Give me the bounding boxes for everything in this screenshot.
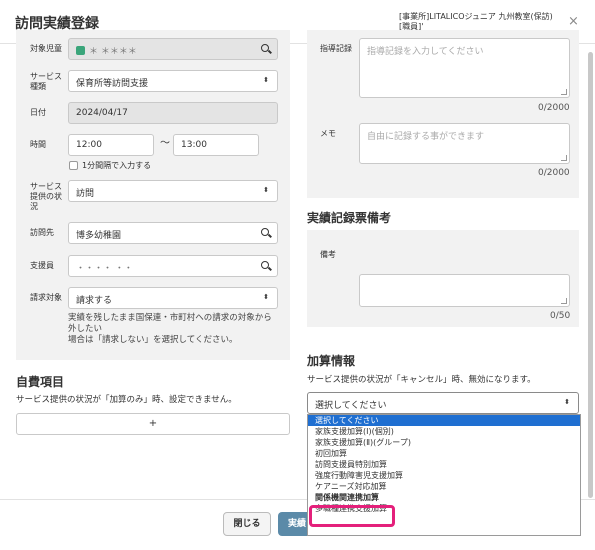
service-type-label-l2: 種類 bbox=[30, 82, 46, 91]
option-family-support-individual[interactable]: 家族支援加算(Ⅰ)(個別) bbox=[308, 426, 580, 437]
remarks-textarea[interactable] bbox=[359, 274, 570, 307]
select-arrow-icon: ⬍ bbox=[263, 293, 269, 301]
option-care-needs[interactable]: ケアニーズ対応加算 bbox=[308, 481, 580, 492]
billing-note-l2: 外したい bbox=[68, 324, 103, 334]
self-pay-heading: 自費項目 bbox=[16, 375, 65, 389]
close-icon[interactable]: × bbox=[568, 14, 579, 29]
self-pay-description: サービス提供の状況が「加算のみ」時、設定できません。 bbox=[16, 395, 237, 405]
memo-placeholder: 自由に記録する事ができます bbox=[367, 132, 485, 142]
target-child-value: ＊ ＊＊＊＊ bbox=[89, 47, 137, 57]
memo-textarea[interactable]: 自由に記録する事ができます bbox=[359, 123, 570, 164]
office-name: [事業所]LITALICOジュニア 九州教室(保訪) bbox=[399, 12, 553, 21]
addition-select[interactable]: 選択してください ⬍ bbox=[307, 392, 579, 414]
visit-place-label: 訪問先 bbox=[30, 228, 54, 237]
addition-select-value: 選択してください bbox=[315, 401, 387, 411]
option-family-support-group[interactable]: 家族支援加算(Ⅱ)(グループ) bbox=[308, 437, 580, 448]
option-visit-staff-special[interactable]: 訪問支援員特別加算 bbox=[308, 459, 580, 470]
resize-grip-icon[interactable] bbox=[561, 298, 567, 304]
guidance-label: 指導記録 bbox=[320, 44, 352, 53]
guidance-counter: 0/2000 bbox=[538, 103, 570, 113]
billing-value: 請求する bbox=[76, 296, 113, 306]
service-status-label-l3: 況 bbox=[30, 202, 38, 211]
addition-description: サービス提供の状況が「キャンセル」時、無効になります。 bbox=[307, 375, 536, 385]
search-icon[interactable] bbox=[261, 44, 269, 52]
remarks-label: 備考 bbox=[320, 250, 336, 259]
date-label: 日付 bbox=[30, 108, 46, 117]
billing-note-l3: 場合は「請求しない」を選択してください。 bbox=[68, 335, 238, 345]
service-type-label-l1: サービス bbox=[30, 72, 62, 81]
highlight-annotation bbox=[309, 505, 395, 527]
start-time-input[interactable]: 12:00 bbox=[68, 134, 154, 156]
select-arrow-icon: ⬍ bbox=[263, 186, 269, 194]
memo-counter: 0/2000 bbox=[538, 168, 570, 178]
time-separator: 〜 bbox=[160, 138, 170, 149]
service-status-select[interactable]: 訪問 ⬍ bbox=[68, 180, 278, 202]
service-type-label: サービス 種類 bbox=[30, 72, 62, 92]
option-intensive-behavior-support[interactable]: 強度行動障害児支援加算 bbox=[308, 470, 580, 481]
scrollbar[interactable] bbox=[586, 44, 595, 499]
child-avatar-icon bbox=[76, 46, 85, 55]
guidance-placeholder: 指導記録を入力してください bbox=[367, 47, 484, 57]
minute-interval-checkbox[interactable] bbox=[69, 161, 78, 170]
remarks-heading: 実績記録票備考 bbox=[307, 211, 392, 225]
target-child-label: 対象児童 bbox=[30, 44, 62, 53]
billing-note-l1: 実績を残したまま国保連・市町村への請求の対象から bbox=[68, 313, 272, 323]
service-status-label-l2: 提供の状 bbox=[30, 192, 62, 201]
staff-value: ・・・・ ・・ bbox=[76, 264, 133, 274]
staff-field[interactable]: ・・・・ ・・ bbox=[68, 255, 278, 277]
close-button[interactable]: 閉じる bbox=[223, 512, 271, 536]
visit-place-field[interactable]: 博多幼稚園 bbox=[68, 222, 278, 244]
add-self-pay-button[interactable]: + bbox=[16, 413, 290, 435]
service-status-label: サービス 提供の状 況 bbox=[30, 182, 62, 212]
billing-select[interactable]: 請求する ⬍ bbox=[68, 287, 278, 309]
select-arrow-icon: ⬍ bbox=[564, 398, 570, 406]
visit-place-value: 博多幼稚園 bbox=[76, 231, 122, 241]
resize-grip-icon[interactable] bbox=[561, 155, 567, 161]
service-type-value: 保育所等訪問支援 bbox=[76, 79, 149, 89]
option-initial-addition[interactable]: 初回加算 bbox=[308, 448, 580, 459]
addition-heading: 加算情報 bbox=[307, 354, 356, 368]
option-related-agency-cooperation[interactable]: 関係機関連携加算 bbox=[308, 492, 580, 503]
resize-grip-icon[interactable] bbox=[561, 89, 567, 95]
service-status-value: 訪問 bbox=[76, 189, 95, 199]
search-icon[interactable] bbox=[261, 228, 269, 236]
remarks-counter: 0/50 bbox=[550, 311, 571, 321]
guidance-textarea[interactable]: 指導記録を入力してください bbox=[359, 38, 570, 98]
target-child-field[interactable]: ＊ ＊＊＊＊ bbox=[68, 38, 278, 60]
service-status-label-l1: サービス bbox=[30, 182, 62, 191]
option-select-prompt[interactable]: 選択してください bbox=[308, 415, 580, 426]
staff-label: 支援員 bbox=[30, 261, 54, 270]
scrollbar-thumb[interactable] bbox=[588, 52, 593, 498]
search-icon[interactable] bbox=[261, 261, 269, 269]
office-info: [事業所]LITALICOジュニア 九州教室(保訪) [職員]' bbox=[399, 12, 553, 32]
memo-label: メモ bbox=[320, 129, 336, 138]
billing-label: 請求対象 bbox=[30, 293, 62, 302]
minute-interval-label: 1分間隔で入力する bbox=[82, 161, 152, 170]
date-field[interactable]: 2024/04/17 bbox=[68, 102, 278, 124]
select-arrow-icon: ⬍ bbox=[263, 76, 269, 84]
billing-note: 実績を残したまま国保連・市町村への請求の対象から 外したい 場合は「請求しない」… bbox=[68, 313, 283, 346]
end-time-input[interactable]: 13:00 bbox=[173, 134, 259, 156]
time-label: 時間 bbox=[30, 140, 46, 149]
service-type-select[interactable]: 保育所等訪問支援 ⬍ bbox=[68, 70, 278, 92]
